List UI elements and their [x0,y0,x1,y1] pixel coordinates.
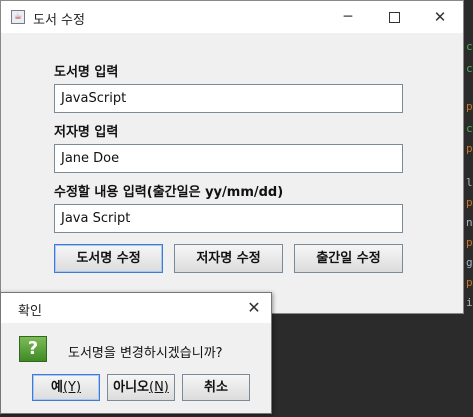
code-fragment: p [466,276,473,289]
edit-content-label: 수정할 내용 입력(출간일은 yy/mm/dd) [54,185,284,200]
window-titlebar[interactable]: ☕ 도서 수정 ─ ✕ [1,1,463,33]
yes-label: 예 [50,380,63,395]
code-fragment: p [466,100,473,113]
yes-mnemonic: (Y) [62,380,82,395]
code-fragment: c [466,122,473,135]
dialog-close-button[interactable]: ✕ [237,293,271,323]
code-fragment: p [466,142,473,155]
edit-author-button[interactable]: 저자명 수정 [174,244,283,273]
yes-button[interactable]: 예(Y) [32,374,100,401]
code-fragment: c [466,40,473,53]
minimize-button[interactable]: ─ [325,1,371,33]
edit-title-button[interactable]: 도서명 수정 [54,244,163,273]
edit-content-input[interactable]: Java Script [54,204,403,233]
window-title: 도서 수정 [33,13,85,28]
author-label: 저자명 입력 [54,125,119,140]
code-fragment: i [466,296,473,309]
code-fragment: p [466,236,473,249]
no-button[interactable]: 아니오(N) [107,374,175,401]
dialog-titlebar[interactable]: 확인 ✕ [1,293,271,323]
code-fragment: g [466,256,473,269]
question-icon: ? [19,336,47,362]
edit-date-button[interactable]: 출간일 수정 [294,244,403,273]
title-label: 도서명 입력 [54,65,119,80]
code-fragment: p [466,196,473,209]
java-cup-icon: ☕ [11,10,25,24]
close-icon: ✕ [247,298,261,317]
book-edit-window: ☕ 도서 수정 ─ ✕ 도서명 입력 JavaScript 저자명 입력 Jan… [0,0,464,314]
author-input[interactable]: Jane Doe [54,144,403,173]
close-button[interactable]: ✕ [417,1,463,33]
no-label: 아니오 [113,380,149,395]
maximize-button[interactable] [371,1,417,33]
cancel-button[interactable]: 취소 [182,374,250,401]
code-fragment: c [466,62,473,75]
dialog-message: 도서명을 변경하시겠습니까? [68,346,223,361]
title-input[interactable]: JavaScript [54,84,403,113]
close-icon: ✕ [433,8,447,26]
no-mnemonic: (N) [149,380,169,395]
confirm-dialog: 확인 ✕ ? 도서명을 변경하시겠습니까? 예(Y) 아니오(N) 취소 [0,292,272,414]
dialog-title: 확인 [18,304,42,319]
code-fragment: n [466,216,473,229]
maximize-icon [388,11,400,23]
minimize-icon: ─ [343,9,353,25]
code-fragment: l [466,176,473,189]
